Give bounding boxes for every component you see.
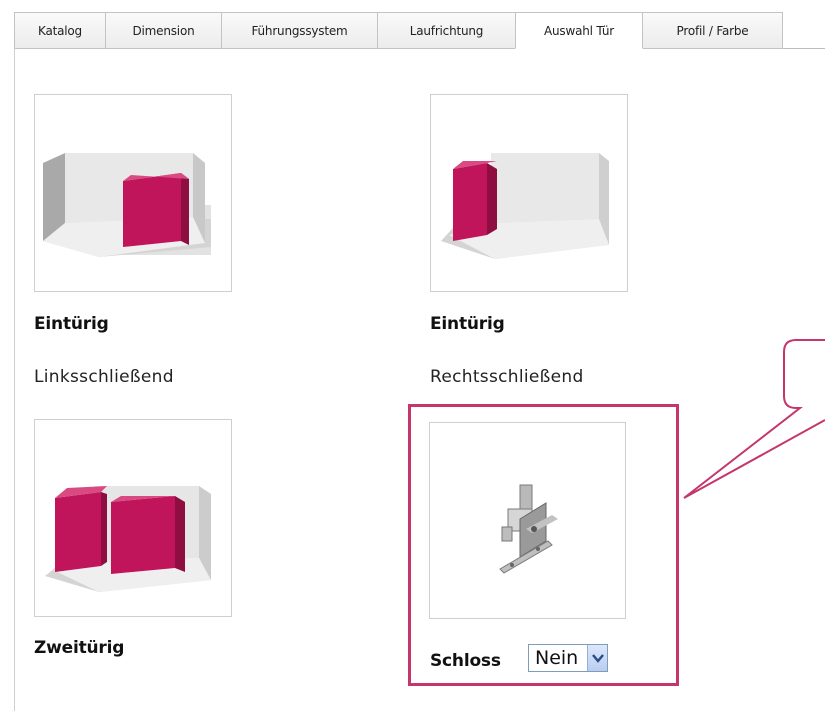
lock-select-value: Nein <box>535 647 579 669</box>
option-left-subtitle: Linksschließend <box>34 367 174 387</box>
option-double-title: Zweitürig <box>34 638 125 658</box>
tab-dimension[interactable]: Dimension <box>105 12 221 49</box>
tab-laufrichtung[interactable]: Laufrichtung <box>377 12 515 49</box>
lock-select[interactable]: Nein <box>528 644 608 672</box>
cabinet-right-door-icon <box>441 153 609 259</box>
option-right-image[interactable] <box>430 94 628 292</box>
lock-image[interactable] <box>429 422 626 619</box>
lock-label: Schloss <box>430 651 501 671</box>
option-left-image[interactable] <box>34 94 232 292</box>
option-left-title: Eintürig <box>34 314 109 334</box>
tab-profil-farbe[interactable]: Profil / Farbe <box>643 12 783 49</box>
cabinet-left-door-icon <box>43 153 211 257</box>
option-right-subtitle: Rechtsschließend <box>430 367 584 387</box>
option-double-image[interactable] <box>34 419 232 617</box>
tab-bar: Katalog Dimension Führungssystem Laufric… <box>14 12 825 49</box>
tab-katalog[interactable]: Katalog <box>14 12 105 49</box>
tab-auswahl-tuer[interactable]: Auswahl Tür <box>515 12 643 49</box>
tab-fuehrungssystem[interactable]: Führungssystem <box>221 12 377 49</box>
cabinet-double-door-icon <box>45 486 211 592</box>
option-right-title: Eintürig <box>430 314 505 334</box>
chevron-down-icon[interactable] <box>587 645 607 671</box>
lock-hardware-icon <box>499 484 558 574</box>
content-left-border <box>14 48 15 711</box>
